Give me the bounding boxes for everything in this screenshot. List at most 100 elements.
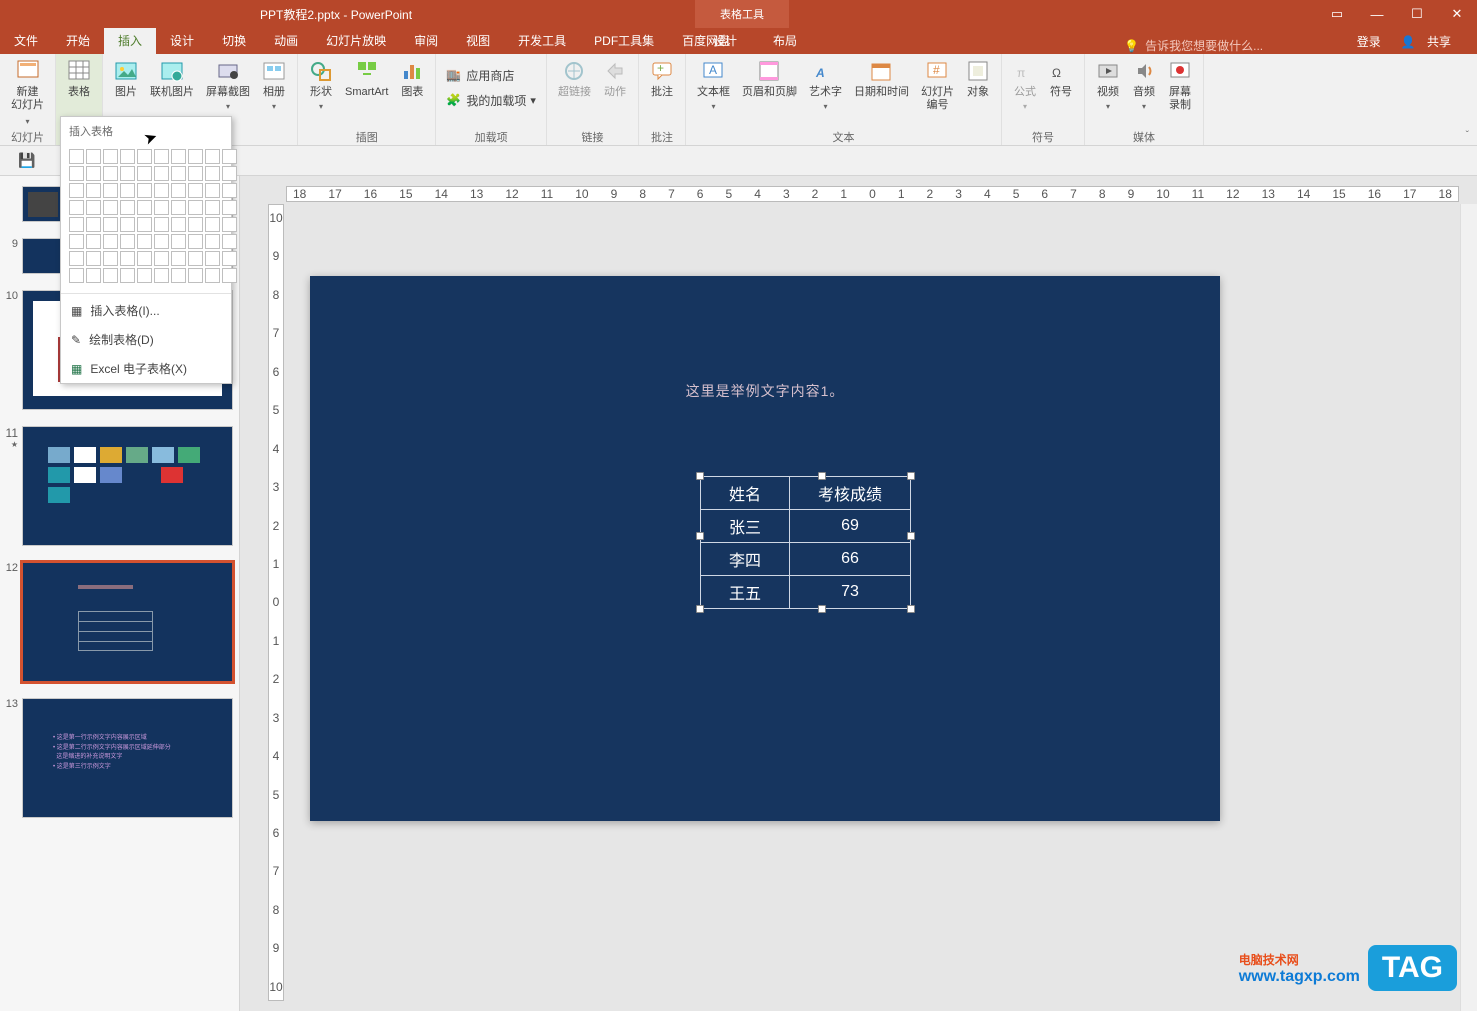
table-cell[interactable]: 李四 — [701, 543, 790, 576]
datetime-button[interactable]: 日期和时间 — [849, 57, 914, 101]
table-size-grid[interactable] — [61, 145, 231, 291]
svg-text:Ω: Ω — [1052, 66, 1061, 80]
table-cell[interactable]: 王五 — [701, 576, 790, 609]
my-addins-button[interactable]: 🧩我的加载项 ▾ — [442, 90, 540, 111]
hyperlink-button[interactable]: 超链接 — [553, 57, 596, 101]
textbox-button[interactable]: A文本框▾ — [692, 57, 735, 113]
audio-icon — [1132, 59, 1156, 83]
tab-developer[interactable]: 开发工具 — [504, 27, 580, 54]
chart-icon — [400, 59, 424, 83]
svg-text:#: # — [933, 63, 940, 77]
vertical-ruler: 10987654321012345678910 — [268, 204, 284, 1001]
tab-animations[interactable]: 动画 — [260, 27, 312, 54]
vertical-scrollbar[interactable] — [1460, 204, 1477, 1011]
maximize-icon[interactable]: ☐ — [1397, 0, 1437, 28]
object-icon — [966, 59, 990, 83]
table-icon: ▦ — [71, 304, 82, 318]
new-slide-button[interactable]: 新建 幻灯片▾ — [6, 57, 49, 128]
tab-review[interactable]: 审阅 — [400, 27, 452, 54]
tab-transitions[interactable]: 切换 — [208, 27, 260, 54]
title-bar: PPT教程2.pptx - PowerPoint 表格工具 ▭ — ☐ ✕ — [0, 0, 1477, 28]
wordart-button[interactable]: A艺术字▾ — [804, 57, 847, 113]
minimize-icon[interactable]: — — [1357, 0, 1397, 28]
tab-design[interactable]: 设计 — [156, 27, 208, 54]
ribbon-tabs: 文件 开始 插入 设计 切换 动画 幻灯片放映 审阅 视图 开发工具 PDF工具… — [0, 28, 1477, 54]
tab-home[interactable]: 开始 — [52, 27, 104, 54]
collapse-ribbon-icon[interactable]: ˇ — [1466, 130, 1469, 141]
excel-table-menuitem[interactable]: ▦Excel 电子表格(X) — [61, 354, 231, 383]
shapes-button[interactable]: 形状▾ — [304, 57, 338, 113]
horizontal-ruler: 1817161514131211109876543210123456789101… — [286, 186, 1459, 202]
store-button[interactable]: 🏬应用商店 — [442, 65, 540, 86]
share-button[interactable]: 👤 共享 — [1393, 29, 1467, 54]
video-icon — [1096, 59, 1120, 83]
header-footer-button[interactable]: 页眉和页脚 — [737, 57, 802, 101]
tab-pdf[interactable]: PDF工具集 — [580, 27, 668, 54]
svg-text:+: + — [657, 61, 664, 75]
screen-record-icon — [1168, 59, 1192, 83]
table-cell[interactable]: 66 — [790, 543, 911, 576]
slide-table[interactable]: 姓名考核成绩 张三69 李四66 王五73 — [700, 476, 911, 609]
album-button[interactable]: 相册▾ — [257, 57, 291, 113]
table-cell[interactable]: 张三 — [701, 510, 790, 543]
symbol-button[interactable]: Ω符号 — [1044, 57, 1078, 101]
slide-number-button[interactable]: #幻灯片 编号 — [916, 57, 959, 116]
online-picture-button[interactable]: 联机图片 — [145, 57, 199, 101]
chart-button[interactable]: 图表 — [395, 57, 429, 101]
object-button[interactable]: 对象 — [961, 57, 995, 101]
qat-save-icon[interactable]: 💾 — [18, 152, 35, 169]
context-tab-design[interactable]: 设计 — [695, 27, 755, 54]
login-button[interactable]: 登录 — [1349, 29, 1389, 54]
insert-table-menuitem[interactable]: ▦插入表格(I)... — [61, 296, 231, 325]
context-tab-layout[interactable]: 布局 — [755, 27, 815, 54]
current-slide[interactable]: 这里是举例文字内容1。 姓名考核成绩 张三69 李四66 王五73 — [310, 276, 1220, 821]
tab-file[interactable]: 文件 — [0, 27, 52, 54]
action-icon — [603, 59, 627, 83]
addins-icon: 🧩 — [446, 93, 462, 109]
table-header[interactable]: 考核成绩 — [790, 477, 911, 510]
online-picture-icon — [160, 59, 184, 83]
excel-icon: ▦ — [71, 362, 82, 376]
tab-insert[interactable]: 插入 — [104, 27, 156, 54]
picture-button[interactable]: 图片 — [109, 57, 143, 101]
table-icon — [67, 59, 91, 83]
comment-button[interactable]: +批注 — [645, 57, 679, 101]
smartart-button[interactable]: SmartArt — [340, 57, 393, 101]
equation-button[interactable]: π公式▾ — [1008, 57, 1042, 113]
comment-icon: + — [650, 59, 674, 83]
slide-title[interactable]: 这里是举例文字内容1。 — [310, 381, 1220, 401]
picture-icon — [114, 59, 138, 83]
table-cell[interactable]: 69 — [790, 510, 911, 543]
svg-text:A: A — [815, 66, 825, 80]
ribbon-options-icon[interactable]: ▭ — [1317, 0, 1357, 28]
table-dropdown-menu: 插入表格 ▦插入表格(I)... ✎绘制表格(D) ▦Excel 电子表格(X) — [60, 116, 232, 384]
screenshot-button[interactable]: 屏幕截图▾ — [201, 57, 255, 113]
tell-me[interactable]: 💡告诉我您想要做什么... — [1124, 37, 1263, 54]
store-icon: 🏬 — [446, 68, 462, 84]
screen-record-button[interactable]: 屏幕 录制 — [1163, 57, 1197, 116]
new-slide-icon — [16, 59, 40, 83]
svg-text:A: A — [709, 63, 717, 77]
album-icon — [262, 59, 286, 83]
screenshot-icon — [216, 59, 240, 83]
svg-text:π: π — [1017, 66, 1025, 80]
table-header[interactable]: 姓名 — [701, 477, 790, 510]
close-icon[interactable]: ✕ — [1437, 0, 1477, 28]
wordart-icon: A — [813, 59, 837, 83]
shapes-icon — [309, 59, 333, 83]
tab-view[interactable]: 视图 — [452, 27, 504, 54]
draw-table-menuitem[interactable]: ✎绘制表格(D) — [61, 325, 231, 354]
context-tool-label: 表格工具 — [695, 0, 789, 28]
slide-canvas[interactable]: 1817161514131211109876543210123456789101… — [240, 176, 1477, 1011]
smartart-icon — [355, 59, 379, 83]
equation-icon: π — [1013, 59, 1037, 83]
audio-button[interactable]: 音频▾ — [1127, 57, 1161, 113]
video-button[interactable]: 视频▾ — [1091, 57, 1125, 113]
datetime-icon — [869, 59, 893, 83]
textbox-icon: A — [701, 59, 725, 83]
tab-slideshow[interactable]: 幻灯片放映 — [312, 27, 400, 54]
table-cell[interactable]: 73 — [790, 576, 911, 609]
document-title: PPT教程2.pptx - PowerPoint — [260, 6, 412, 23]
action-button[interactable]: 动作 — [598, 57, 632, 101]
watermark: 电脑技术网 www.tagxp.com TAG — [1239, 945, 1457, 991]
